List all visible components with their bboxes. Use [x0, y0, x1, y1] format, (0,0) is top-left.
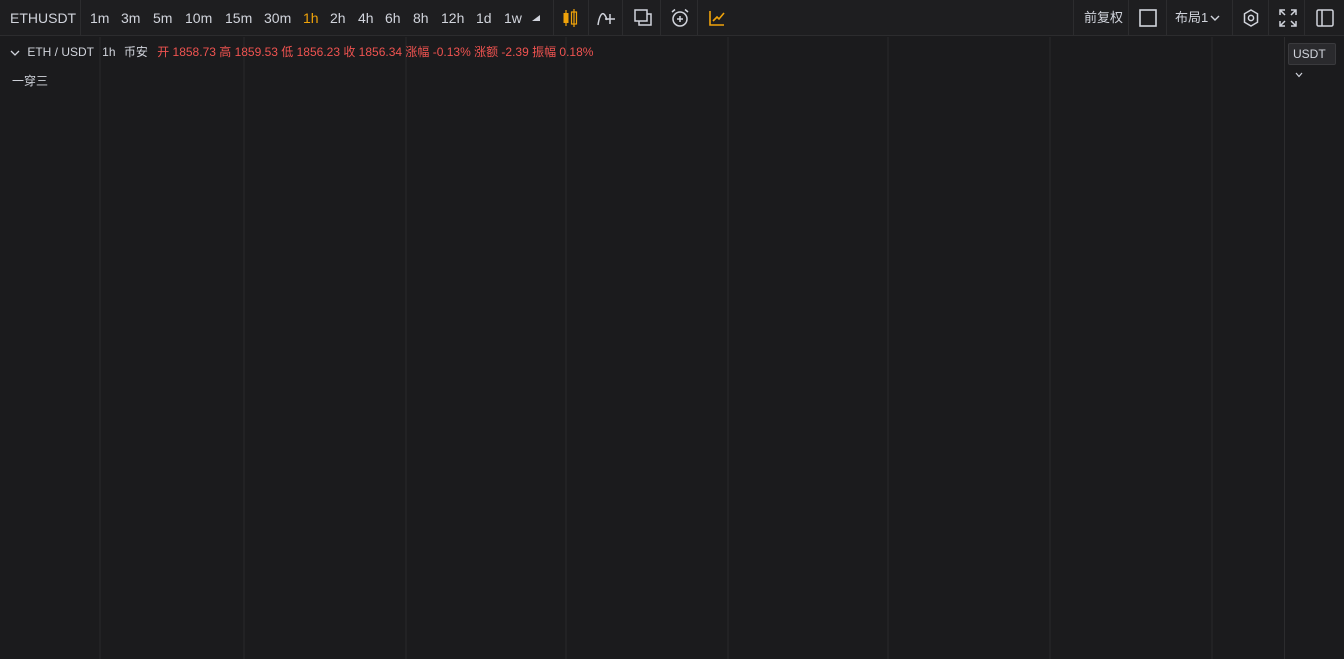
- snapshot-icon[interactable]: [1313, 6, 1337, 30]
- currency-label: USDT: [1293, 47, 1326, 61]
- layout-selector[interactable]: 布局1: [1175, 0, 1208, 36]
- symbol-label[interactable]: ETHUSDT: [10, 0, 76, 36]
- interval-15m[interactable]: 15m: [225, 0, 252, 36]
- legend-ohlc: 开 1858.73 高 1859.53 低 1856.23 收 1856.34 …: [157, 45, 594, 59]
- interval-8h[interactable]: 8h: [413, 0, 429, 36]
- indicators-icon[interactable]: [594, 6, 618, 30]
- candlestick-chart[interactable]: 卖出买入→1660.00→1518.00: [0, 37, 1284, 659]
- fullscreen-icon[interactable]: [1276, 6, 1300, 30]
- toolbar-divider: [1166, 0, 1167, 36]
- toolbar-divider: [1128, 0, 1129, 36]
- interval-3m[interactable]: 3m: [121, 0, 140, 36]
- legend-interval: 1h: [102, 45, 116, 59]
- compare-icon[interactable]: [631, 6, 655, 30]
- chevron-down-icon: [1295, 72, 1303, 78]
- interval-1d[interactable]: 1d: [476, 0, 492, 36]
- fullscreen-square-icon[interactable]: [1136, 6, 1160, 30]
- settings-icon[interactable]: [1239, 6, 1263, 30]
- toolbar-divider: [553, 0, 554, 36]
- toolbar-divider: [1232, 0, 1233, 36]
- indicator-label[interactable]: 一穿三: [12, 72, 48, 89]
- chevron-down-icon[interactable]: [1210, 14, 1220, 22]
- chart-grid: [99, 37, 1213, 659]
- top-toolbar: ETHUSDT 1m 3m 5m 10m 15m 30m 1h 2h 4h 6h…: [0, 0, 1344, 36]
- toolbar-divider: [588, 0, 589, 36]
- interval-1w[interactable]: 1w: [504, 0, 522, 36]
- legend-symbol: ETH / USDT: [27, 45, 94, 59]
- candlestick-type-icon[interactable]: [558, 6, 582, 30]
- interval-dropdown-icon[interactable]: [530, 12, 542, 24]
- toolbar-divider: [1304, 0, 1305, 36]
- currency-selector[interactable]: USDT: [1288, 43, 1336, 78]
- toolbar-divider: [80, 0, 81, 36]
- interval-4h[interactable]: 4h: [358, 0, 374, 36]
- price-scale[interactable]: [1284, 37, 1344, 659]
- toolbar-divider: [1073, 0, 1074, 36]
- drawing-tools-icon[interactable]: [705, 6, 729, 30]
- interval-5m[interactable]: 5m: [153, 0, 172, 36]
- price-adjust-button[interactable]: 前复权: [1084, 0, 1123, 36]
- interval-10m[interactable]: 10m: [185, 0, 212, 36]
- interval-2h[interactable]: 2h: [330, 0, 346, 36]
- toolbar-divider: [622, 0, 623, 36]
- collapse-chevron-icon[interactable]: [10, 49, 20, 57]
- interval-1m[interactable]: 1m: [90, 0, 109, 36]
- legend-exchange: 币安: [123, 45, 148, 59]
- symbol-legend: ETH / USDT 1h 币安 开 1858.73 高 1859.53 低 1…: [10, 44, 593, 60]
- interval-12h[interactable]: 12h: [441, 0, 464, 36]
- interval-30m[interactable]: 30m: [264, 0, 291, 36]
- alarm-icon[interactable]: [668, 6, 692, 30]
- toolbar-divider: [660, 0, 661, 36]
- toolbar-divider: [1268, 0, 1269, 36]
- interval-6h[interactable]: 6h: [385, 0, 401, 36]
- toolbar-divider: [697, 0, 698, 36]
- interval-1h[interactable]: 1h: [303, 0, 319, 36]
